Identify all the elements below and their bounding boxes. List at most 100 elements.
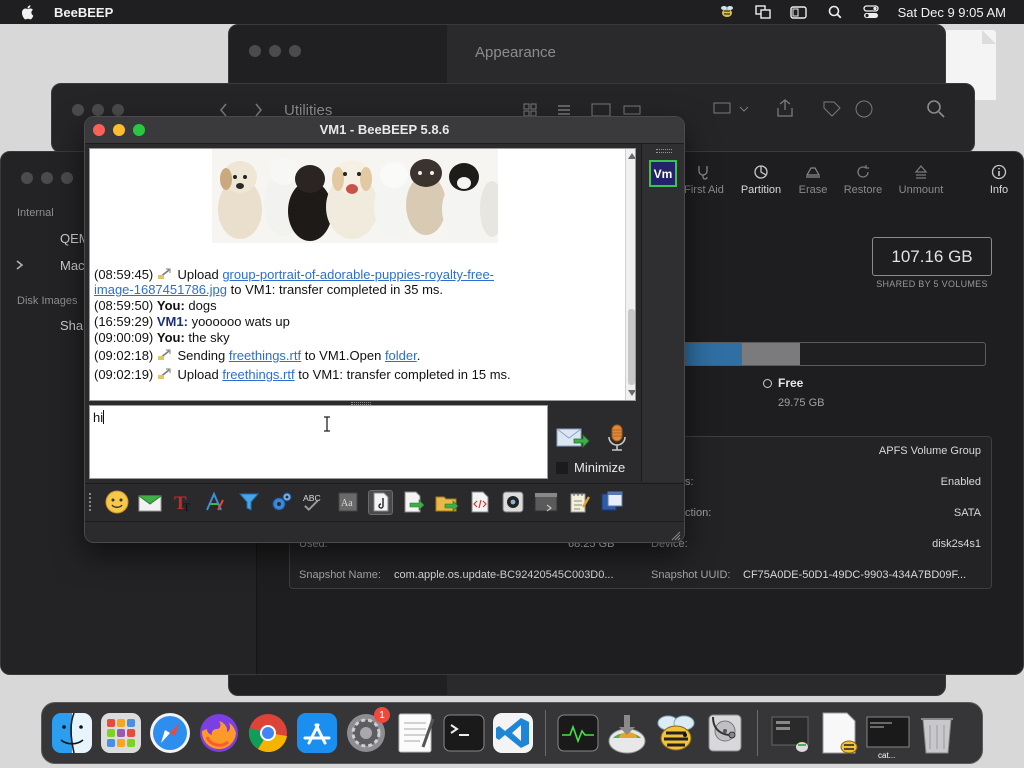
firefox-icon[interactable] (197, 711, 241, 768)
toolbar-grip[interactable] (89, 493, 94, 511)
terminal-icon[interactable] (442, 711, 486, 768)
bee-icon[interactable] (718, 4, 736, 20)
safari-icon[interactable] (148, 711, 192, 755)
message-time: (09:02:19) (94, 367, 154, 382)
message-sender: VM1: (156, 314, 188, 329)
erase-icon (805, 167, 821, 178)
folder-link[interactable]: folder (385, 348, 417, 363)
filter-icon[interactable] (236, 490, 261, 515)
unmount-button[interactable]: Unmount (891, 164, 951, 196)
window-share-icon[interactable] (599, 490, 624, 515)
recent-icon-3[interactable]: cat... (866, 711, 910, 760)
minimize-button[interactable] (41, 172, 53, 184)
apple-menu-icon[interactable] (20, 4, 34, 20)
chat-scrollbar[interactable] (625, 149, 635, 400)
emoji-icon[interactable] (104, 490, 129, 515)
finder-icon[interactable] (50, 711, 94, 768)
erase-label: Erase (798, 184, 828, 196)
zoom-button[interactable] (289, 45, 301, 57)
system-preferences-icon[interactable]: 1 (344, 707, 390, 755)
close-button[interactable] (21, 172, 33, 184)
info-row-label: ction: (685, 507, 712, 519)
close-button[interactable] (72, 104, 84, 116)
first-aid-label: First Aid (684, 184, 724, 196)
chat-history[interactable]: (08:59:45) Upload group-portrait-of-ador… (89, 148, 636, 401)
send-button[interactable] (556, 425, 590, 451)
font-icon[interactable] (203, 490, 228, 515)
launchpad-icon[interactable] (99, 711, 143, 755)
pane-grip[interactable] (656, 149, 672, 153)
gear-cluster-icon[interactable] (269, 490, 294, 515)
message-prefix: Upload (177, 367, 223, 382)
zoom-button[interactable] (61, 172, 73, 184)
beebeep-icon[interactable] (654, 711, 698, 768)
send-icon (556, 428, 590, 448)
send-file-icon[interactable] (401, 490, 426, 515)
disk-utility-icon[interactable] (703, 711, 747, 768)
menu-clock[interactable]: Sat Dec 9 9:05 AM (898, 5, 1006, 20)
share-folder-icon[interactable] (434, 490, 459, 515)
close-button[interactable] (249, 45, 261, 57)
eject-icon (914, 164, 928, 179)
svg-text:T: T (183, 500, 191, 514)
file-link[interactable]: group-portrait-of-adorable-puppies-royal… (222, 267, 494, 282)
message-input[interactable]: hi (89, 405, 548, 479)
info-row-value: Enabled (940, 476, 981, 488)
svg-text:Aa: Aa (341, 498, 353, 509)
sidebar-item-mac[interactable]: Mac (60, 258, 85, 273)
voice-message-button[interactable] (605, 423, 629, 453)
activity-monitor-icon[interactable] (556, 711, 600, 755)
terminal-icon[interactable] (533, 490, 558, 515)
chrome-icon[interactable] (246, 711, 290, 768)
finder-toolbar-icons[interactable] (712, 98, 972, 120)
file-link[interactable]: freethings.rtf (222, 367, 294, 382)
screen-mirror-icon[interactable] (754, 4, 772, 20)
minimize-button[interactable] (92, 104, 104, 116)
minimize-checkbox[interactable]: Minimize (556, 460, 625, 475)
spellcheck-icon[interactable]: ABC (302, 490, 327, 515)
disk-image-icon[interactable] (605, 711, 649, 755)
textedit-icon[interactable] (393, 711, 437, 755)
app-store-icon[interactable] (295, 711, 339, 755)
recent-icon-1[interactable] (768, 711, 812, 755)
chat-message: (08:59:50) You: dogs (94, 298, 217, 313)
trash-icon[interactable] (915, 711, 959, 755)
zoom-button[interactable] (112, 104, 124, 116)
scroll-thumb[interactable] (628, 309, 635, 385)
text-color-icon[interactable]: TT (170, 490, 195, 515)
user-avatar-vm[interactable]: Vm (649, 160, 677, 187)
font-box-icon[interactable]: Aa (335, 490, 360, 515)
title-bar[interactable]: VM1 - BeeBEEP 5.8.6 (85, 117, 684, 144)
info-snapshot-name-label: Snapshot Name: (299, 569, 381, 581)
minimize-label: Minimize (574, 460, 626, 475)
scroll-down-arrow-icon[interactable] (628, 390, 635, 396)
resize-grip-icon[interactable] (671, 531, 681, 541)
window-title: Appearance (475, 44, 556, 61)
file-link[interactable]: freethings.rtf (229, 348, 301, 363)
checkbox-box[interactable] (556, 461, 568, 474)
usage-bar (680, 342, 986, 366)
recent-icon-2[interactable] (817, 711, 861, 755)
partition-button[interactable]: Partition (731, 164, 791, 196)
scroll-up-arrow-icon[interactable] (628, 153, 635, 159)
menu-bar: BeeBEEP Sat Dec 9 9:05 AM (0, 0, 1024, 24)
search-icon[interactable] (826, 4, 844, 20)
disclosure-chevron-icon[interactable] (15, 259, 25, 271)
screenshot-icon[interactable] (500, 490, 525, 515)
info-button[interactable]: Info (969, 164, 1023, 196)
restore-button[interactable]: Restore (833, 164, 893, 196)
app-menu-name[interactable]: BeeBEEP (54, 5, 113, 20)
window-icon[interactable] (790, 4, 808, 20)
minimize-button[interactable] (269, 45, 281, 57)
note-icon[interactable] (368, 489, 393, 515)
window-controls (72, 104, 124, 116)
file-link[interactable]: image-1687451786.jpg (94, 282, 227, 297)
info-row-value: SATA (953, 507, 981, 519)
notepad-icon[interactable] (566, 490, 591, 515)
shared-image-puppies[interactable] (212, 149, 498, 243)
info-icon (991, 164, 1007, 180)
vscode-icon[interactable] (491, 711, 535, 768)
envelope-icon[interactable] (137, 490, 162, 515)
control-center-icon[interactable] (862, 4, 880, 20)
code-icon[interactable] (467, 490, 492, 515)
